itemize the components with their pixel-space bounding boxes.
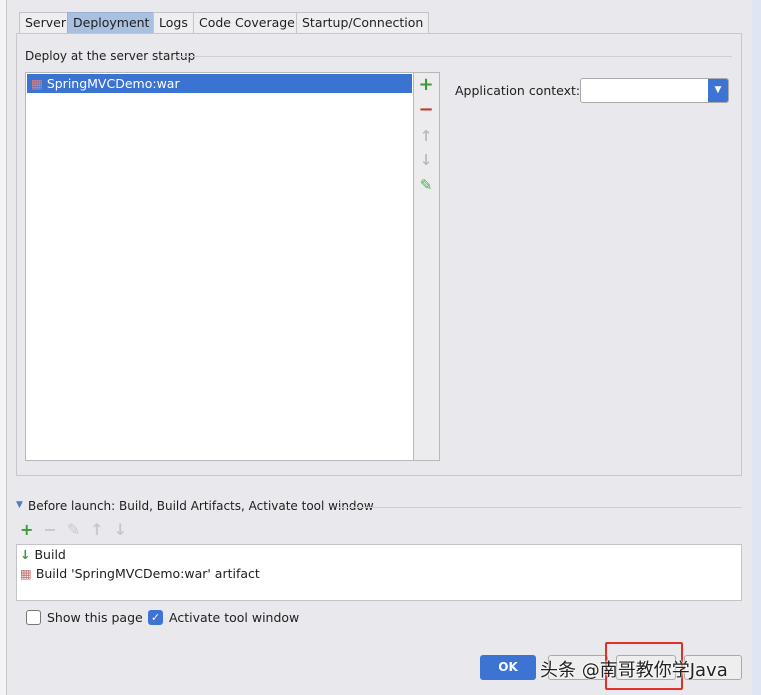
add-icon[interactable]: + <box>20 520 33 539</box>
tab-startup-connection[interactable]: Startup/Connection <box>296 12 430 34</box>
list-item[interactable]: ▦ SpringMVCDemo:war <box>27 74 412 93</box>
list-item-label: Build <box>34 547 66 562</box>
edit-pencil-icon[interactable]: ✎ <box>67 520 80 539</box>
right-edge <box>752 0 761 695</box>
activate-tool-option[interactable]: ✓ Activate tool window <box>148 610 299 625</box>
show-page-option[interactable]: Show this page <box>26 610 143 625</box>
show-page-checkbox[interactable] <box>26 610 41 625</box>
show-page-label: Show this page <box>47 610 143 625</box>
divider <box>176 56 732 57</box>
tab-code-coverage[interactable]: Code Coverage <box>193 12 301 34</box>
add-icon[interactable]: + <box>414 74 438 95</box>
before-launch-list[interactable]: ↓ Build ▦ Build 'SpringMVCDemo:war' arti… <box>16 544 742 601</box>
watermark: 头条 @南哥教你学Java <box>540 660 728 681</box>
deploy-group-title: Deploy at the server startup <box>25 49 196 63</box>
list-item[interactable]: ↓ Build <box>17 545 741 564</box>
tab-deployment[interactable]: Deployment <box>67 12 156 34</box>
list-item[interactable]: ▦ Build 'SpringMVCDemo:war' artifact <box>17 564 741 583</box>
artifact-icon: ▦ <box>20 566 32 581</box>
app-context-label: Application context: <box>455 83 581 98</box>
move-down-icon[interactable]: ↓ <box>114 520 127 539</box>
activate-tool-checkbox[interactable]: ✓ <box>148 610 163 625</box>
move-down-icon[interactable]: ↓ <box>414 151 438 169</box>
remove-icon[interactable]: − <box>43 520 56 539</box>
activate-tool-label: Activate tool window <box>169 610 300 625</box>
edit-pencil-icon[interactable]: ✎ <box>414 176 438 194</box>
collapse-triangle-icon[interactable]: ▼ <box>16 500 23 510</box>
remove-icon[interactable]: − <box>414 99 438 120</box>
move-up-icon[interactable]: ↑ <box>414 127 438 145</box>
move-up-icon[interactable]: ↑ <box>90 520 103 539</box>
build-icon: ↓ <box>20 547 31 562</box>
left-edge <box>0 0 7 695</box>
list-item-label: Build 'SpringMVCDemo:war' artifact <box>35 566 260 581</box>
tab-server[interactable]: Server <box>19 12 72 34</box>
app-context-value[interactable] <box>581 79 728 87</box>
before-launch-title[interactable]: Before launch: Build, Build Artifacts, A… <box>28 499 374 513</box>
artifact-icon: ▦ <box>31 76 43 91</box>
chevron-down-icon[interactable]: ▼ <box>708 79 728 102</box>
deploy-list[interactable]: ▦ SpringMVCDemo:war <box>25 72 414 461</box>
divider <box>338 507 742 508</box>
deploy-toolbar: + − ↑ ↓ ✎ <box>414 72 440 461</box>
ok-button[interactable]: OK <box>480 655 536 680</box>
list-item-label: SpringMVCDemo:war <box>46 76 180 91</box>
app-context-combo[interactable]: ▼ <box>580 78 729 103</box>
tab-logs[interactable]: Logs <box>153 12 194 34</box>
before-launch-toolbar: + − ✎ ↑ ↓ <box>20 520 127 539</box>
